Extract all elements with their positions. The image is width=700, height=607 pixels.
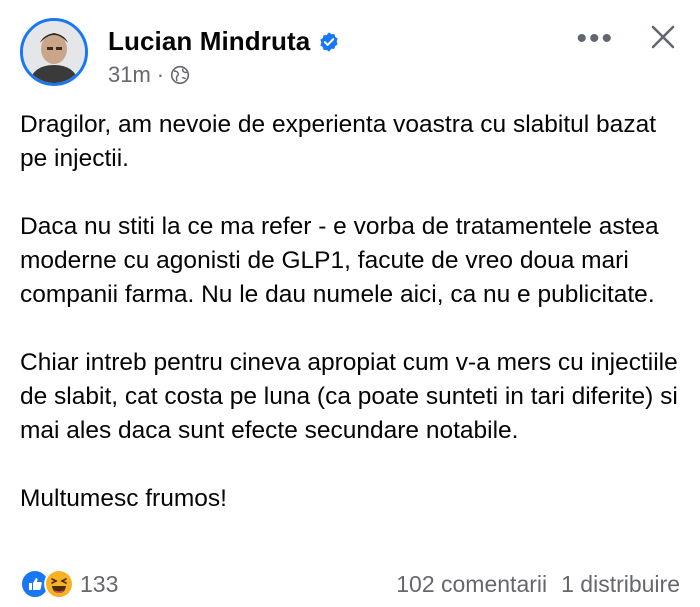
- globe-icon[interactable]: [170, 65, 190, 85]
- more-options-icon[interactable]: •••: [576, 22, 614, 56]
- author-row: Lucian Mindruta: [108, 26, 340, 57]
- post-time[interactable]: 31m: [108, 62, 151, 88]
- post-paragraph: Multumesc frumos!: [20, 485, 227, 512]
- post-footer: 133 102 comentarii 1 distribuire: [20, 566, 680, 602]
- comments-link[interactable]: 102 comentarii: [396, 571, 547, 598]
- reactions-summary[interactable]: 133: [20, 569, 118, 599]
- avatar[interactable]: [20, 18, 88, 86]
- post-meta: 31m ·: [108, 62, 190, 88]
- post-header: Lucian Mindruta 31m · •••: [20, 18, 680, 90]
- verified-badge-icon: [320, 31, 338, 52]
- shares-link[interactable]: 1 distribuire: [561, 571, 680, 598]
- reaction-count: 133: [80, 570, 119, 597]
- post-paragraph: Dragilor, am nevoie de experienta voastr…: [20, 111, 656, 172]
- post-paragraph: Daca nu stiti la ce ma refer - e vorba d…: [20, 213, 659, 308]
- post-paragraph: Chiar intreb pentru cineva apropiat cum …: [20, 349, 678, 444]
- author-name[interactable]: Lucian Mindruta: [108, 26, 310, 57]
- post-stats: 102 comentarii 1 distribuire: [396, 571, 680, 598]
- haha-reaction-icon: [44, 569, 74, 599]
- post-text: Dragilor, am nevoie de experienta voastr…: [20, 108, 680, 550]
- close-icon[interactable]: [646, 20, 680, 54]
- meta-separator: ·: [156, 62, 165, 87]
